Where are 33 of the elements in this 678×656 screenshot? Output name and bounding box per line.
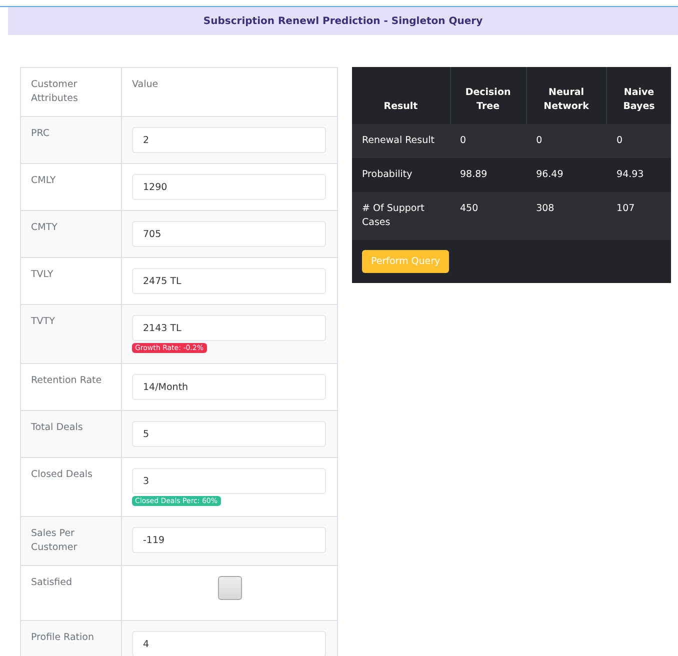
attribute-label: Total Deals	[20, 410, 122, 458]
checkbox[interactable]	[218, 576, 242, 600]
table-cell: Renewal Result	[352, 124, 450, 158]
attribute-label: PRC	[20, 116, 122, 164]
column-header: Customer Attributes	[20, 68, 122, 116]
input-field[interactable]: 4	[132, 631, 326, 656]
table-cell: 94.93	[606, 158, 671, 192]
table-cell: Probability	[352, 158, 450, 192]
attribute-label: CMTY	[20, 210, 122, 258]
table-cell: 107	[606, 192, 671, 240]
input-field[interactable]: 5	[132, 421, 326, 447]
table-cell: 450	[450, 192, 526, 240]
attribute-label: TVTY	[20, 304, 122, 364]
input-field[interactable]: -119	[132, 527, 326, 553]
table-cell: # Of Support Cases	[352, 192, 450, 240]
column-header: Result	[352, 67, 450, 124]
input-field[interactable]: 1290	[132, 174, 326, 200]
table-cell: 0	[526, 124, 607, 158]
table-cell: 98.89	[450, 158, 526, 192]
input-field[interactable]: 2	[132, 127, 326, 153]
attribute-label: Sales Per Customer	[20, 516, 122, 566]
page-title: Subscription Renewl Prediction - Singleton Query	[203, 16, 483, 26]
table-cell: 96.49	[526, 158, 607, 192]
column-header: Value	[122, 68, 338, 116]
attribute-label: Profile Ration	[20, 620, 122, 656]
table-cell: 0	[606, 124, 671, 158]
table-cell: 308	[526, 192, 607, 240]
input-field[interactable]: 2143 TL	[132, 315, 326, 341]
table-cell: 0	[450, 124, 526, 158]
input-field[interactable]: 2475 TL	[132, 268, 326, 294]
input-field[interactable]: 3	[132, 468, 326, 494]
input-field[interactable]: 705	[132, 221, 326, 247]
input-field[interactable]: 14/Month	[132, 374, 326, 400]
